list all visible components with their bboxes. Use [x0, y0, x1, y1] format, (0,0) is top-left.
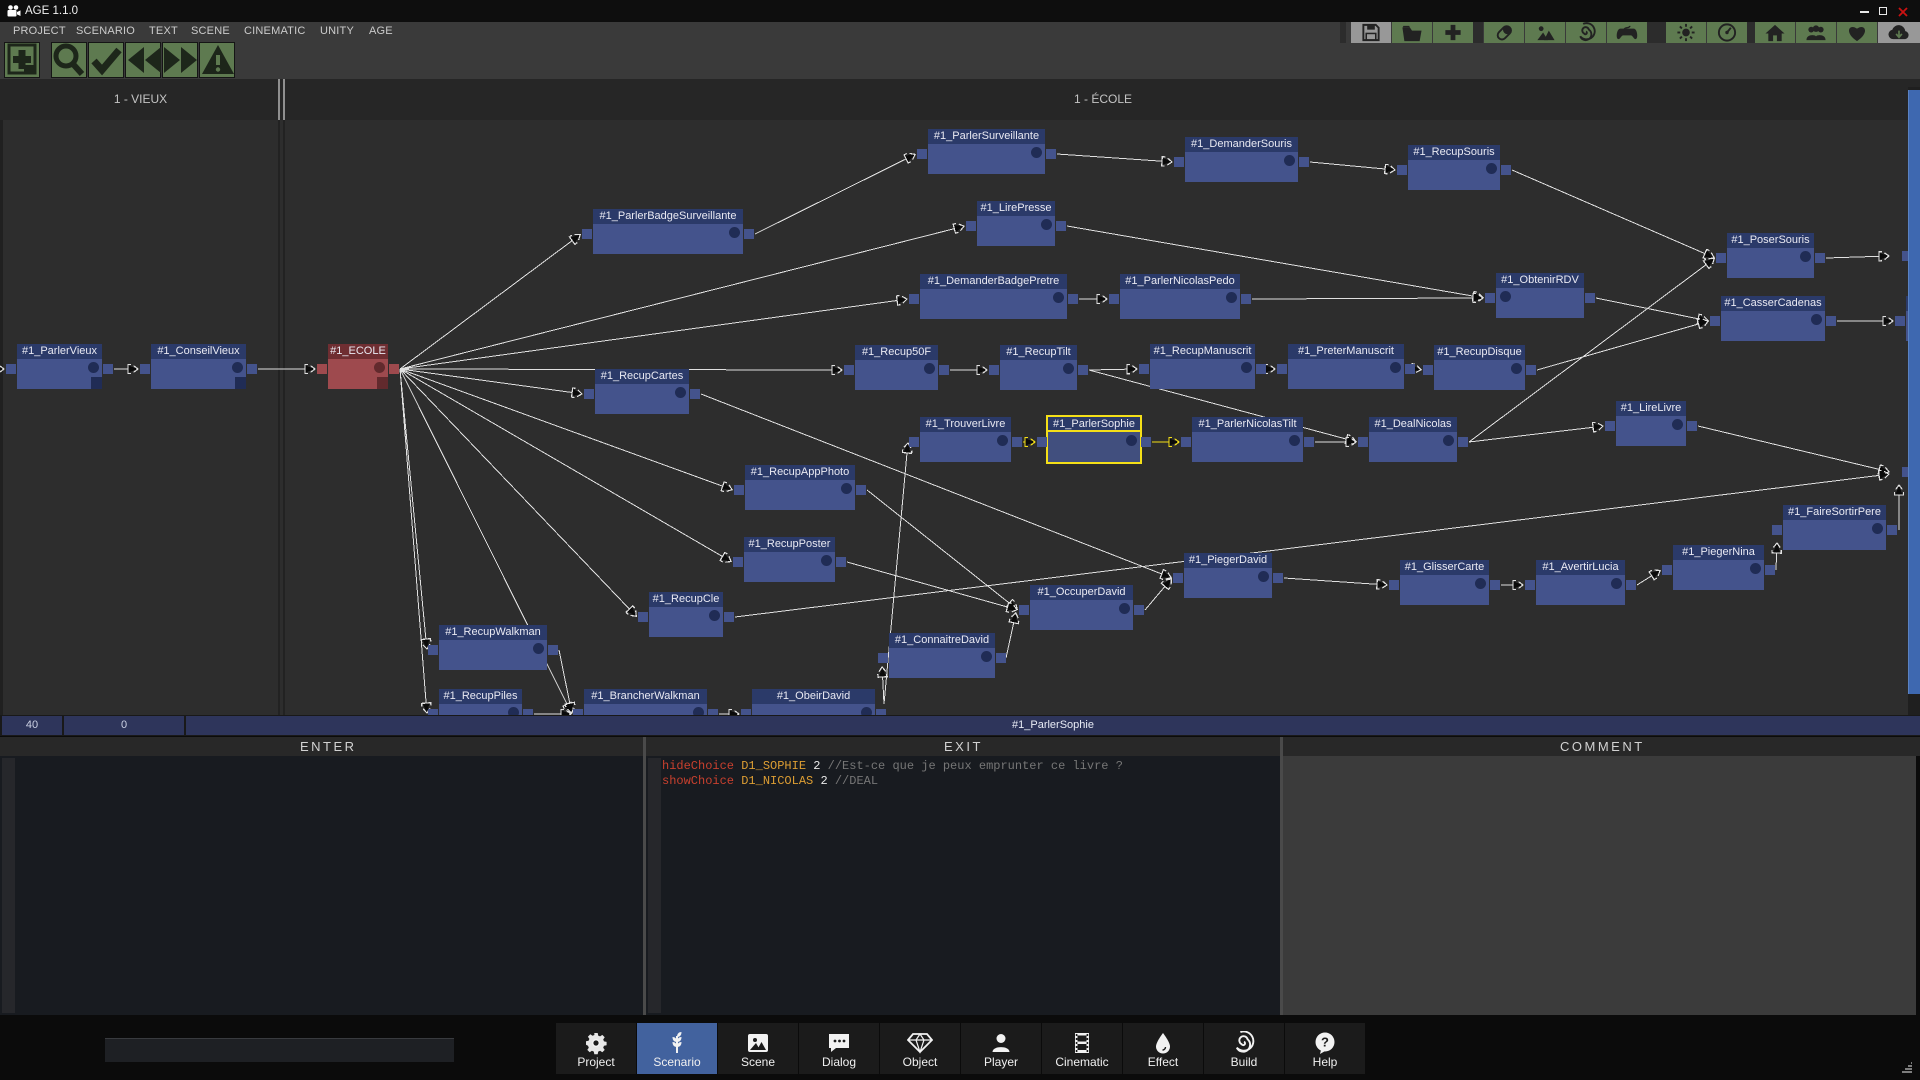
svg-text:?: ? — [1321, 1035, 1329, 1050]
